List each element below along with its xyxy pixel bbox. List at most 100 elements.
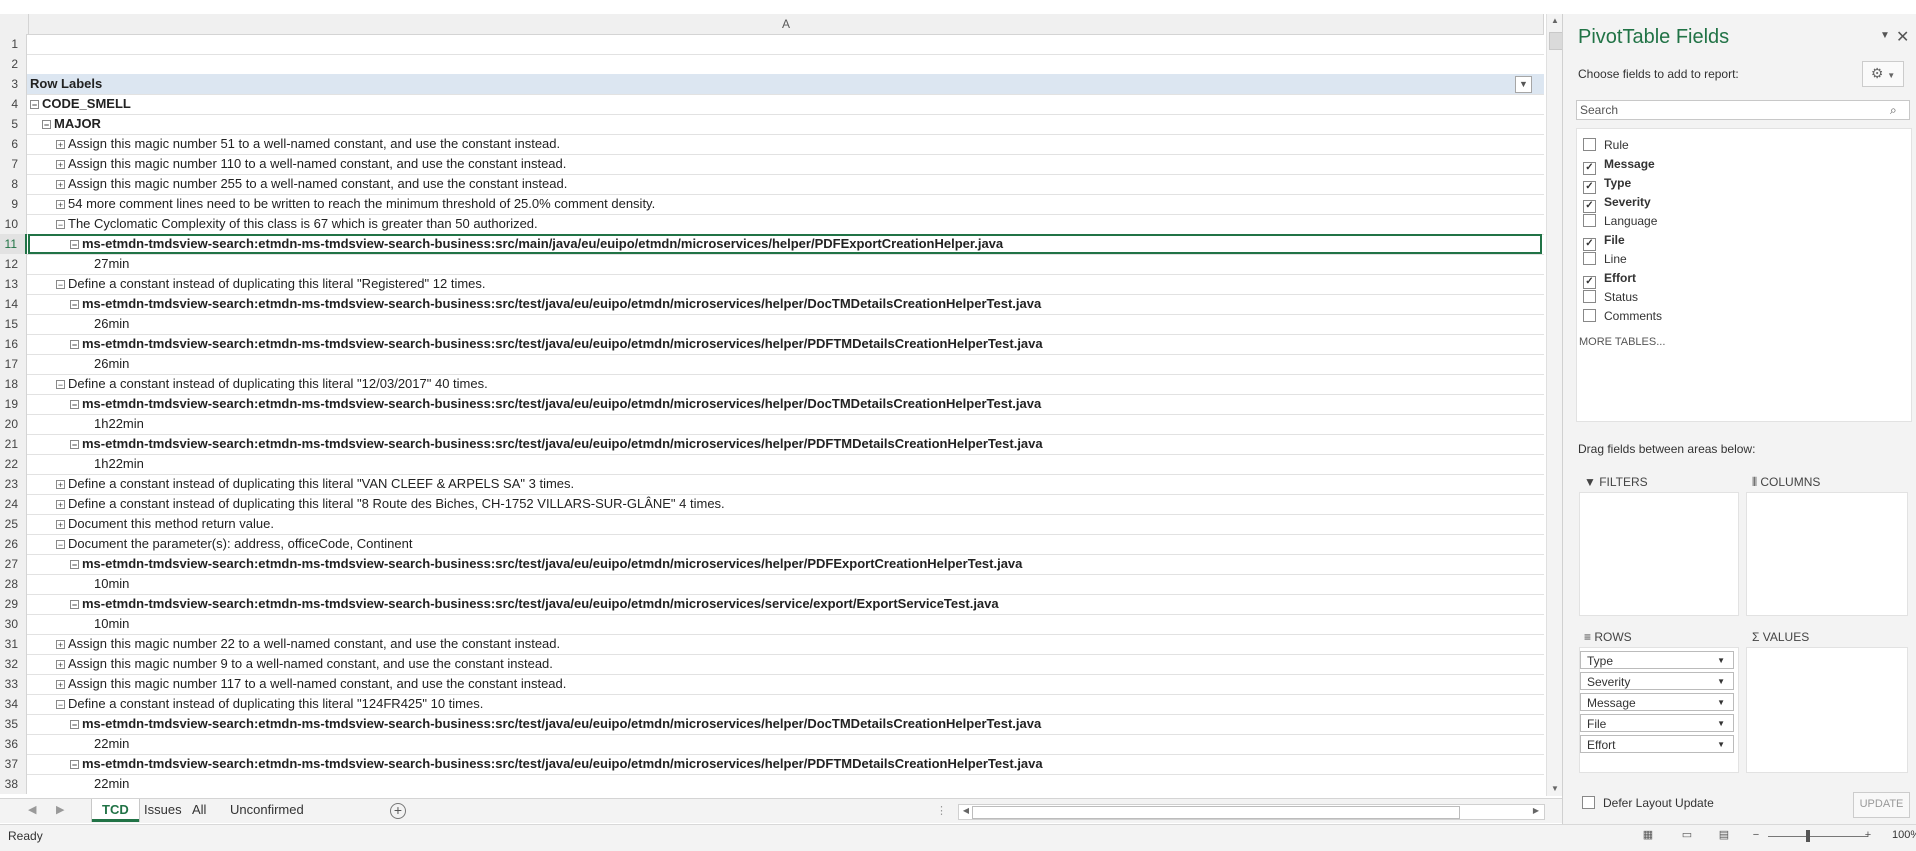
page-layout-view-icon[interactable]: ▭ bbox=[1679, 829, 1695, 842]
page-break-view-icon[interactable]: ▤ bbox=[1716, 829, 1732, 842]
pivot-field[interactable]: Status bbox=[1583, 288, 1638, 306]
pivot-cell[interactable]: − MAJOR bbox=[28, 114, 1542, 134]
row-number[interactable]: 27 bbox=[0, 554, 27, 574]
collapse-icon[interactable]: − bbox=[56, 280, 65, 290]
row-number[interactable]: 23 bbox=[0, 474, 27, 494]
row-field-chip[interactable]: Message ▼ bbox=[1580, 693, 1734, 711]
search-icon[interactable]: ⌕ bbox=[1890, 103, 1897, 118]
pivot-cell[interactable]: − ms-etmdn-tmdsview-search:etmdn-ms-tmdsv… bbox=[28, 594, 1542, 614]
chevron-down-icon[interactable]: ▼ bbox=[1717, 694, 1725, 712]
chevron-down-icon[interactable]: ▼ bbox=[1717, 673, 1725, 691]
row-number[interactable]: 1 bbox=[0, 34, 27, 54]
gear-icon[interactable]: ⚙ ▼ bbox=[1862, 61, 1904, 87]
chevron-down-icon[interactable]: ▼ bbox=[1717, 715, 1725, 733]
values-area[interactable] bbox=[1746, 647, 1908, 773]
collapse-icon[interactable]: − bbox=[70, 760, 79, 770]
row-number[interactable]: 7 bbox=[0, 154, 27, 174]
zoom-level[interactable]: 100% bbox=[1892, 829, 1916, 841]
pivot-cell[interactable]: − ms-etmdn-tmdsview-search:etmdn-ms-tmdsv… bbox=[28, 394, 1542, 414]
collapse-icon[interactable]: − bbox=[70, 560, 79, 570]
collapse-icon[interactable]: − bbox=[70, 300, 79, 310]
pivot-cell[interactable]: − ms-etmdn-tmdsview-search:etmdn-ms-tmdsv… bbox=[28, 554, 1542, 574]
expand-icon[interactable]: + bbox=[56, 200, 65, 210]
add-sheet-icon[interactable]: + bbox=[390, 803, 406, 819]
expand-icon[interactable]: + bbox=[56, 500, 65, 510]
row-number[interactable]: 36 bbox=[0, 734, 27, 754]
field-checkbox[interactable] bbox=[1583, 290, 1596, 303]
row-number[interactable]: 21 bbox=[0, 434, 27, 454]
row-number[interactable]: 24 bbox=[0, 494, 27, 514]
pane-options-chevron-icon[interactable]: ▼ bbox=[1880, 30, 1890, 41]
filter-dropdown-icon[interactable]: ▼ bbox=[1515, 76, 1532, 93]
more-tables-link[interactable]: MORE TABLES... bbox=[1579, 336, 1665, 348]
pivot-cell[interactable]: 1h22min bbox=[28, 414, 1542, 434]
update-button[interactable]: UPDATE bbox=[1853, 792, 1910, 818]
row-field-chip[interactable]: Effort ▼ bbox=[1580, 735, 1734, 753]
pivot-cell[interactable]: − ms-etmdn-tmdsview-search:etmdn-ms-tmdsv… bbox=[28, 234, 1542, 254]
collapse-icon[interactable]: − bbox=[30, 100, 39, 110]
row-number[interactable]: 31 bbox=[0, 634, 27, 654]
row-number[interactable]: 10 bbox=[0, 214, 27, 234]
row-number[interactable]: 30 bbox=[0, 614, 27, 634]
collapse-icon[interactable]: − bbox=[70, 400, 79, 410]
expand-icon[interactable]: + bbox=[56, 520, 65, 530]
pivot-cell[interactable]: +54 more comment lines need to be writte… bbox=[28, 194, 1542, 214]
row-number[interactable]: 15 bbox=[0, 314, 27, 334]
vertical-scrollbar[interactable]: ▲ ▼ bbox=[1546, 14, 1563, 796]
pivot-field[interactable]: Line bbox=[1583, 250, 1627, 268]
pivot-field[interactable]: Rule bbox=[1583, 136, 1629, 154]
row-number[interactable]: 9 bbox=[0, 194, 27, 214]
row-number[interactable]: 3 bbox=[0, 74, 27, 94]
row-number[interactable]: 13 bbox=[0, 274, 27, 294]
chevron-down-icon[interactable]: ▼ bbox=[1717, 652, 1725, 670]
row-number[interactable]: 25 bbox=[0, 514, 27, 534]
pivot-cell[interactable]: 26min bbox=[28, 354, 1542, 374]
pivot-cell[interactable]: − ms-etmdn-tmdsview-search:etmdn-ms-tmdsv… bbox=[28, 714, 1542, 734]
pivot-cell[interactable]: + Assign this magic number 117 to a well-… bbox=[28, 674, 1542, 694]
collapse-icon[interactable]: − bbox=[56, 540, 65, 550]
row-number[interactable]: 14 bbox=[0, 294, 27, 314]
row-number[interactable]: 4 bbox=[0, 94, 27, 114]
pivot-cell[interactable]: − ms-etmdn-tmdsview-search:etmdn-ms-tmdsv… bbox=[28, 294, 1542, 314]
expand-icon[interactable]: + bbox=[56, 180, 65, 190]
scroll-left-arrow-icon[interactable]: ◀ bbox=[959, 804, 973, 818]
expand-icon[interactable]: + bbox=[56, 640, 65, 650]
pivot-cell[interactable]: 22min bbox=[28, 734, 1542, 754]
expand-icon[interactable]: + bbox=[56, 160, 65, 170]
pivot-cell[interactable]: − ms-etmdn-tmdsview-search:etmdn-ms-tmdsv… bbox=[28, 334, 1542, 354]
row-number[interactable]: 33 bbox=[0, 674, 27, 694]
prev-sheet-icon[interactable]: ◀ bbox=[28, 803, 36, 816]
zoom-slider-knob[interactable] bbox=[1806, 830, 1810, 842]
select-all-corner[interactable] bbox=[0, 14, 28, 34]
pivot-field[interactable]: ✓ Message bbox=[1583, 155, 1655, 175]
pivot-cell[interactable]: + Assign this magic number 51 to a well-n… bbox=[28, 134, 1542, 154]
row-number[interactable]: 20 bbox=[0, 414, 27, 434]
pivot-cell[interactable]: + Document this method return value. bbox=[28, 514, 1542, 534]
collapse-icon[interactable]: − bbox=[70, 440, 79, 450]
row-number[interactable]: 12 bbox=[0, 254, 27, 274]
pivot-cell[interactable]: 10min bbox=[28, 574, 1542, 594]
field-checkbox[interactable] bbox=[1583, 138, 1596, 151]
pivot-field[interactable]: ✓ Effort bbox=[1583, 269, 1636, 289]
columns-area[interactable] bbox=[1746, 492, 1908, 616]
sheet-tab[interactable]: All bbox=[182, 799, 216, 822]
row-number[interactable]: 22 bbox=[0, 454, 27, 474]
pivot-cell[interactable]: + Assign this magic number 22 to a well-n… bbox=[28, 634, 1542, 654]
pivot-cell[interactable]: − The Cyclomatic Complexity of this class… bbox=[28, 214, 1542, 234]
pivot-cell[interactable]: 1h22min bbox=[28, 454, 1542, 474]
tab-splitter-icon[interactable]: ⋮ bbox=[936, 804, 947, 817]
collapse-icon[interactable]: − bbox=[56, 700, 65, 710]
pivot-cell[interactable]: − Document the parameter(s): address, off… bbox=[28, 534, 1542, 554]
row-number[interactable]: 34 bbox=[0, 694, 27, 714]
row-field-chip[interactable]: File ▼ bbox=[1580, 714, 1734, 732]
row-field-chip[interactable]: Type ▼ bbox=[1580, 651, 1734, 669]
row-number[interactable]: 38 bbox=[0, 774, 27, 794]
pivot-cell[interactable]: − Define a constant instead of duplicatin… bbox=[28, 274, 1542, 294]
collapse-icon[interactable]: − bbox=[70, 240, 79, 250]
scroll-up-arrow-icon[interactable]: ▲ bbox=[1548, 14, 1562, 28]
row-number[interactable]: 26 bbox=[0, 534, 27, 554]
defer-checkbox[interactable] bbox=[1582, 796, 1595, 809]
row-number[interactable]: 32 bbox=[0, 654, 27, 674]
expand-icon[interactable]: + bbox=[56, 660, 65, 670]
scroll-right-arrow-icon[interactable]: ▶ bbox=[1529, 804, 1543, 818]
